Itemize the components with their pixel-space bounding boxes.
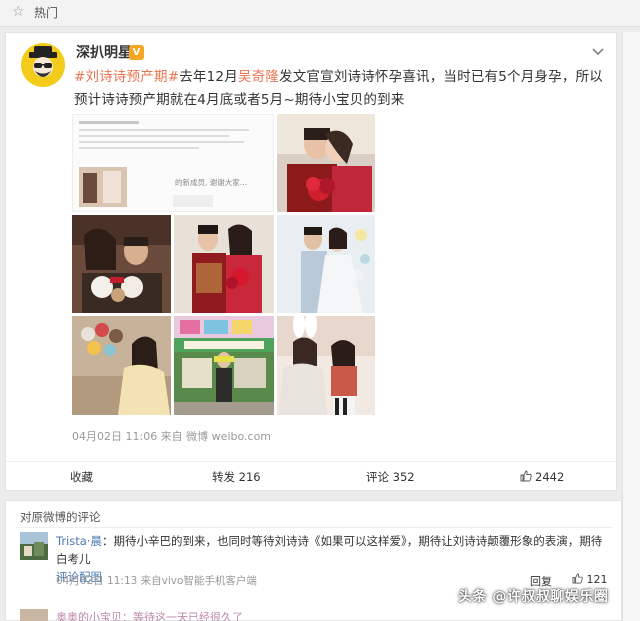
- comment-button[interactable]: 评论 352: [366, 470, 415, 484]
- comment-like-button[interactable]: 121: [572, 573, 608, 586]
- post-card: 深扒明星 V #刘诗诗预产期#去年12月吴奇隆发文官宣刘诗诗怀孕喜讯，当时已有5…: [5, 32, 617, 490]
- mention-link[interactable]: 吴奇隆: [238, 69, 279, 85]
- author-name[interactable]: 深扒明星: [76, 44, 132, 62]
- photo-street-shop[interactable]: [174, 316, 274, 415]
- photo-plush-toys[interactable]: [72, 316, 171, 415]
- chevron-down-icon[interactable]: [591, 47, 605, 57]
- comment-meta: 04月02日 11:13 来自vivo智能手机客户端: [56, 575, 257, 587]
- post-text: #刘诗诗预产期#去年12月吴奇隆发文官宣刘诗诗怀孕喜讯，当时已有5个月身孕，所以…: [74, 69, 603, 108]
- next-commenter-avatar[interactable]: [20, 609, 48, 621]
- photo-weibo-screenshot[interactable]: 的新成员, 谢谢大家…: [72, 114, 274, 212]
- commenter-avatar[interactable]: [20, 532, 48, 560]
- hot-tab-bar[interactable]: ☆ 热门: [0, 0, 640, 27]
- photo-wedding-red-outfits[interactable]: [174, 215, 274, 313]
- comments-divider: [16, 527, 613, 528]
- weibo-page: ☆ 热门 深扒明星 V #刘诗诗预产期#去年12月吴奇隆发文官宣刘诗诗怀孕喜讯，…: [0, 0, 640, 621]
- comments-heading: 对原微博的评论: [20, 510, 101, 524]
- photo-wedding-white-suit[interactable]: [277, 215, 375, 313]
- watermark: 头条 @许叔叔聊娱乐圈: [458, 589, 609, 605]
- next-comment-partial: 奥奥的小宝贝：等待这一天已经很久了: [56, 611, 243, 621]
- photo-bunny-ears[interactable]: [277, 316, 375, 415]
- right-edge-strip: [622, 32, 640, 621]
- star-icon: ☆: [12, 4, 25, 20]
- hashtag-link[interactable]: #刘诗诗预产期#: [74, 69, 179, 85]
- post-meta: 04月02日 11:06 来自 微博 weibo.com: [72, 430, 272, 443]
- repost-button[interactable]: 转发 216: [212, 470, 261, 484]
- commenter-name[interactable]: Trista·晨: [56, 534, 102, 548]
- verified-badge: V: [129, 45, 144, 60]
- photo-couple-kiss-red[interactable]: [277, 114, 375, 212]
- author-avatar[interactable]: [21, 43, 65, 87]
- action-bar: 收藏 转发 216 评论 352 2442: [5, 461, 617, 491]
- screenshot-caption: 的新成员, 谢谢大家…: [175, 178, 248, 187]
- collect-button[interactable]: 收藏: [70, 470, 93, 484]
- thumb-up-icon: [520, 470, 532, 482]
- thumb-up-icon: [572, 573, 583, 584]
- hot-tab-label: 热门: [34, 6, 59, 20]
- like-button[interactable]: 2442: [520, 470, 564, 484]
- photo-couple-puppies[interactable]: [72, 215, 171, 313]
